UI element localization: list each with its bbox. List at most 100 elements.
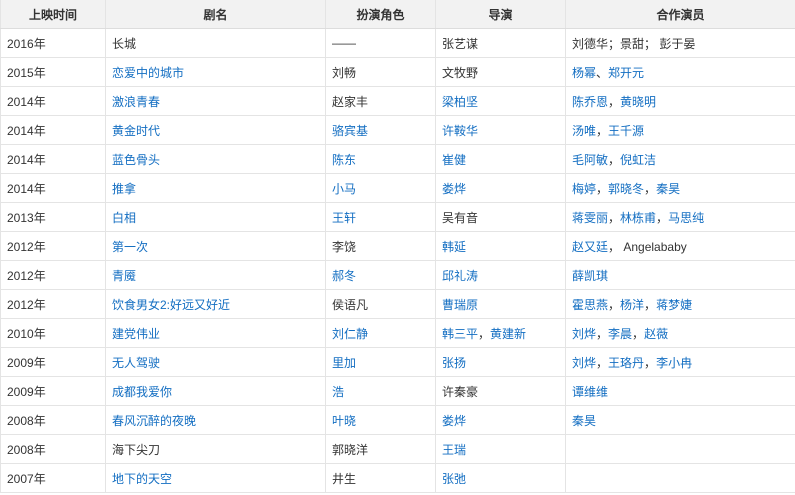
cell-director: 邱礼涛 bbox=[435, 260, 566, 290]
cell-release-year: 2014年 bbox=[0, 115, 106, 145]
director-separator: 许秦豪 bbox=[442, 384, 479, 399]
role-link[interactable]: 浩 bbox=[332, 385, 344, 399]
title-link[interactable]: 青魇 bbox=[112, 269, 136, 283]
director-link[interactable]: 梁柏坚 bbox=[442, 95, 478, 109]
director-link[interactable]: 王瑞 bbox=[442, 443, 466, 457]
cell-director: 崔健 bbox=[435, 144, 566, 174]
costar-link[interactable]: 赵又廷 bbox=[572, 240, 608, 254]
title-link[interactable]: 恋爱中的城市 bbox=[112, 66, 184, 80]
costar-link[interactable]: 毛阿敏 bbox=[572, 153, 608, 167]
costar-link[interactable]: 赵薇 bbox=[644, 327, 668, 341]
cell-release-year: 2012年 bbox=[0, 289, 106, 319]
cell-director: 张扬 bbox=[435, 347, 566, 377]
director-link[interactable]: 崔健 bbox=[442, 153, 466, 167]
cell-release-year: 2012年 bbox=[0, 231, 106, 261]
table-row: 2014年 蓝色骨头 陈东 崔健 毛阿敏，倪虹洁 bbox=[0, 144, 795, 174]
costar-link[interactable]: 蒋雯丽 bbox=[572, 211, 608, 225]
costar-link[interactable]: 薛凯琪 bbox=[572, 269, 608, 283]
costar-link[interactable]: 杨幂 bbox=[572, 66, 596, 80]
cell-costars: 霍思燕，杨洋，蒋梦婕 bbox=[565, 289, 795, 319]
costar-link[interactable]: 杨洋 bbox=[620, 298, 644, 312]
table-row: 2014年 黄金时代 骆宾基 许鞍华 汤唯，王千源 bbox=[0, 115, 795, 145]
cell-release-year: 2008年 bbox=[0, 434, 106, 464]
costar-link[interactable]: 刘烨 bbox=[572, 327, 596, 341]
costar-link[interactable]: 郭晓冬 bbox=[608, 182, 644, 196]
costar-link[interactable]: 谭维维 bbox=[572, 385, 608, 399]
cell-title: 激浪青春 bbox=[105, 86, 326, 116]
title-link[interactable]: 地下的天空 bbox=[112, 472, 172, 486]
director-link[interactable]: 娄烨 bbox=[442, 414, 466, 428]
costar-link[interactable]: 王千源 bbox=[608, 124, 644, 138]
costar-link[interactable]: 蒋梦婕 bbox=[656, 298, 692, 312]
cell-director: 文牧野 bbox=[435, 57, 566, 87]
costar-link[interactable]: 李晨 bbox=[608, 327, 632, 341]
costar-link[interactable]: 秦昊 bbox=[656, 182, 680, 196]
costar-link[interactable]: 郑开元 bbox=[608, 66, 644, 80]
title-link[interactable]: 蓝色骨头 bbox=[112, 153, 160, 167]
cell-release-year: 2012年 bbox=[0, 260, 106, 290]
costar-link[interactable]: 刘烨 bbox=[572, 356, 596, 370]
costar-separator: 刘德华；景甜； 彭于晏 bbox=[572, 36, 696, 51]
director-link[interactable]: 邱礼涛 bbox=[442, 269, 478, 283]
title-link[interactable]: 第一次 bbox=[112, 240, 148, 254]
cell-release-year: 2014年 bbox=[0, 144, 106, 174]
role-link[interactable]: 刘仁静 bbox=[332, 327, 368, 341]
director-link[interactable]: 黄建新 bbox=[490, 327, 526, 341]
table-row: 2012年 第一次 李饶 韩延 赵又廷， Angelababy bbox=[0, 231, 795, 261]
cell-release-year: 2014年 bbox=[0, 173, 106, 203]
role-link[interactable]: 陈东 bbox=[332, 153, 356, 167]
costar-link[interactable]: 李小冉 bbox=[656, 356, 692, 370]
title-link[interactable]: 激浪青春 bbox=[112, 95, 160, 109]
cell-title: 建党伟业 bbox=[105, 318, 326, 348]
title-link[interactable]: 无人驾驶 bbox=[112, 356, 160, 370]
table-row: 2009年 成都我爱你 浩 许秦豪 谭维维 bbox=[0, 376, 795, 406]
title-link[interactable]: 建党伟业 bbox=[112, 327, 160, 341]
director-link[interactable]: 张弛 bbox=[442, 472, 466, 486]
costar-link[interactable]: 王珞丹 bbox=[608, 356, 644, 370]
director-link[interactable]: 曹瑞原 bbox=[442, 298, 478, 312]
role-link[interactable]: 骆宾基 bbox=[332, 124, 368, 138]
costar-separator: ， bbox=[596, 123, 609, 138]
role-link[interactable]: 里加 bbox=[332, 356, 356, 370]
table-header-row: 上映时间 剧名 扮演角色 导演 合作演员 bbox=[0, 0, 795, 29]
cell-director: 许鞍华 bbox=[435, 115, 566, 145]
cell-release-year: 2009年 bbox=[0, 376, 106, 406]
cell-title: 蓝色骨头 bbox=[105, 144, 326, 174]
director-link[interactable]: 韩延 bbox=[442, 240, 466, 254]
director-link[interactable]: 韩三平 bbox=[442, 327, 478, 341]
title-link[interactable]: 春风沉醉的夜晚 bbox=[112, 414, 196, 428]
title-link[interactable]: 饮食男女2:好远又好近 bbox=[112, 298, 230, 312]
costar-link[interactable]: 马思纯 bbox=[668, 211, 704, 225]
costar-link[interactable]: 梅婷 bbox=[572, 182, 596, 196]
table-row: 2015年 恋爱中的城市 刘畅 文牧野 杨幂、郑开元 bbox=[0, 57, 795, 87]
cell-role: 侯语凡 bbox=[325, 289, 436, 319]
cell-costars: 汤唯，王千源 bbox=[565, 115, 795, 145]
cell-title: 白相 bbox=[105, 202, 326, 232]
costar-link[interactable]: 汤唯 bbox=[572, 124, 596, 138]
role-link[interactable]: 郝冬 bbox=[332, 269, 356, 283]
director-link[interactable]: 张扬 bbox=[442, 356, 466, 370]
costar-link[interactable]: 秦昊 bbox=[572, 414, 596, 428]
costar-link[interactable]: 林栋甫 bbox=[620, 211, 656, 225]
director-link[interactable]: 娄烨 bbox=[442, 182, 466, 196]
costar-separator: ， bbox=[596, 326, 609, 341]
title-link[interactable]: 成都我爱你 bbox=[112, 385, 172, 399]
title-link[interactable]: 推拿 bbox=[112, 182, 136, 196]
costar-separator: ， bbox=[644, 181, 657, 196]
table-row: 2008年 春风沉醉的夜晚 叶晓 娄烨 秦昊 bbox=[0, 405, 795, 435]
title-link[interactable]: 白相 bbox=[112, 211, 136, 225]
costar-link[interactable]: 黄晓明 bbox=[620, 95, 656, 109]
title-link[interactable]: 黄金时代 bbox=[112, 124, 160, 138]
costar-link[interactable]: 倪虹洁 bbox=[620, 153, 656, 167]
role-separator: —— bbox=[332, 36, 356, 50]
role-link[interactable]: 叶晓 bbox=[332, 414, 356, 428]
role-link[interactable]: 小马 bbox=[332, 182, 356, 196]
role-link[interactable]: 王轩 bbox=[332, 211, 356, 225]
costar-separator: ， Angelababy bbox=[608, 239, 687, 254]
director-link[interactable]: 许鞍华 bbox=[442, 124, 478, 138]
costar-link[interactable]: 陈乔恩 bbox=[572, 95, 608, 109]
cell-role: 浩 bbox=[325, 376, 436, 406]
cell-role: 骆宾基 bbox=[325, 115, 436, 145]
costar-link[interactable]: 霍思燕 bbox=[572, 298, 608, 312]
cell-role: 王轩 bbox=[325, 202, 436, 232]
